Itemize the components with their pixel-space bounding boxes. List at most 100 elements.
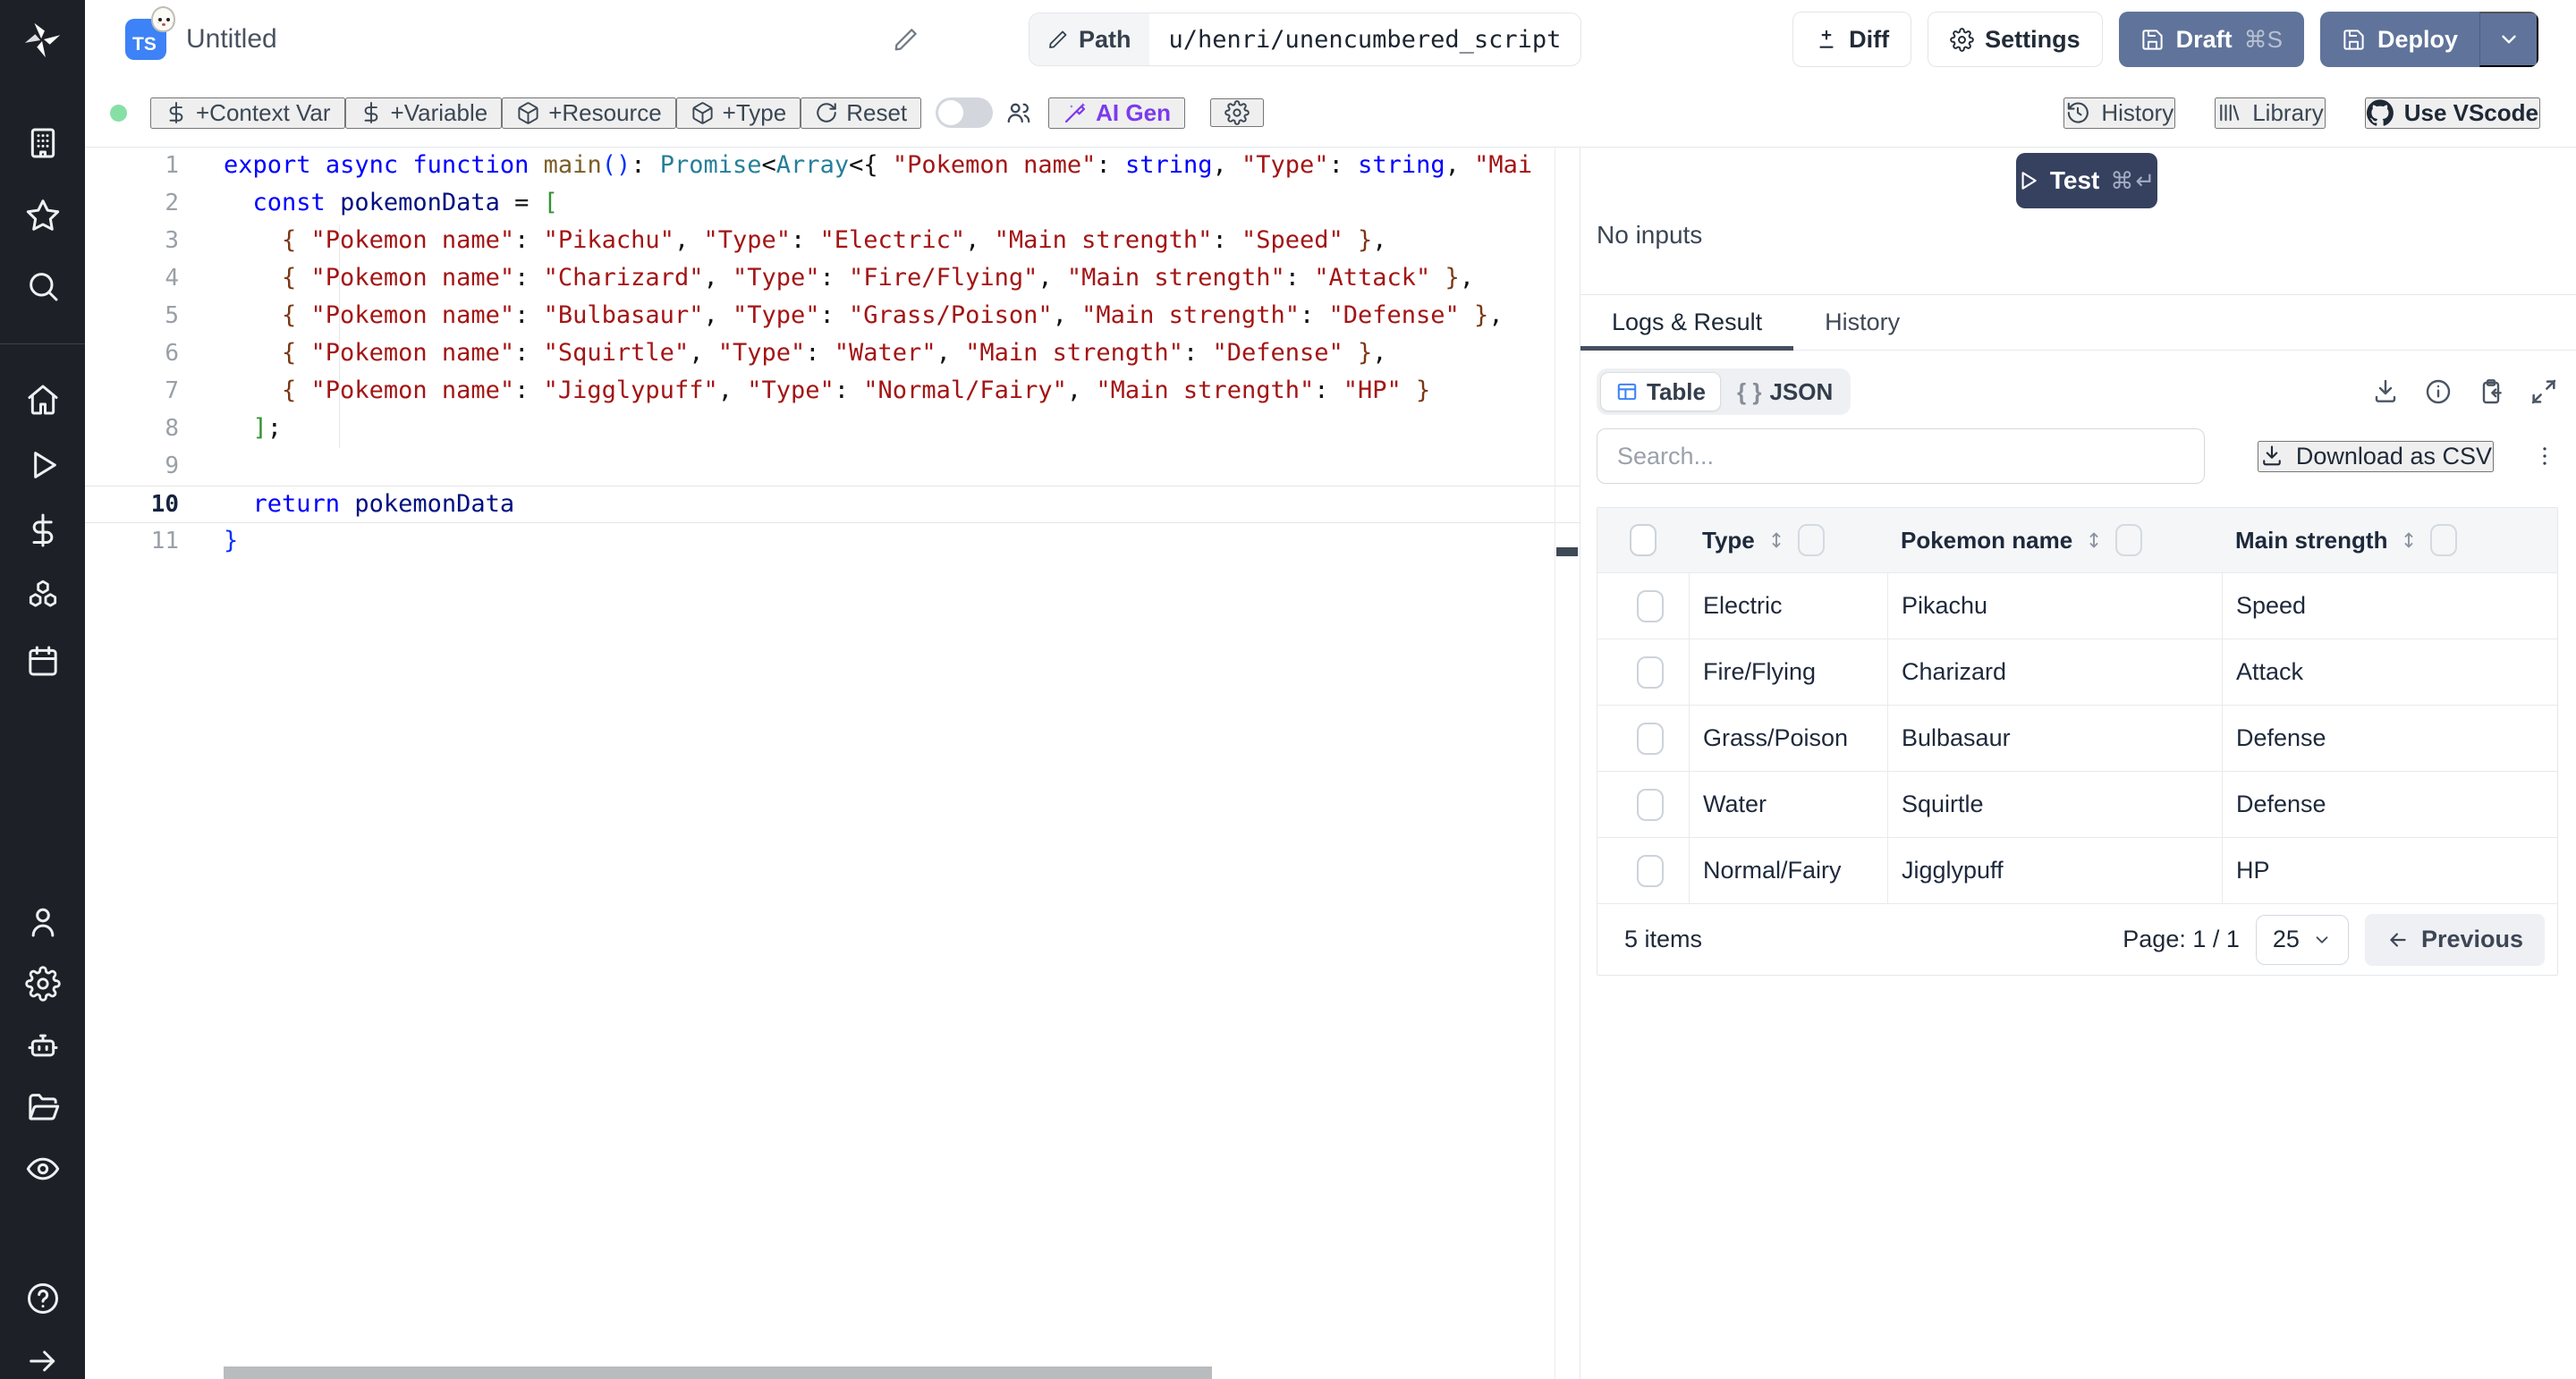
more-options-kebab-icon[interactable] bbox=[2531, 443, 2558, 470]
workers-robot-icon[interactable] bbox=[25, 1028, 61, 1063]
test-run-button[interactable]: Test ⌘↵ bbox=[2016, 153, 2157, 208]
code-line-4[interactable]: 4 { "Pokemon name": "Charizard", "Type":… bbox=[85, 260, 1580, 298]
diff-button[interactable]: Diff bbox=[1792, 12, 1911, 67]
copy-clipboard-icon[interactable] bbox=[2477, 377, 2505, 406]
gear-icon bbox=[1224, 100, 1250, 125]
search-icon[interactable] bbox=[25, 268, 61, 304]
info-icon[interactable] bbox=[2424, 377, 2453, 406]
table-cell: Speed bbox=[2222, 573, 2557, 639]
add-resource-button[interactable]: +Resource bbox=[502, 97, 675, 129]
code-editor[interactable]: 1export async function main(): Promise<A… bbox=[85, 148, 1580, 1379]
add-context-var-button[interactable]: +Context Var bbox=[150, 97, 345, 129]
row-checkbox[interactable] bbox=[1637, 656, 1664, 689]
library-bars-icon bbox=[2216, 100, 2241, 125]
workspace-building-icon[interactable] bbox=[25, 125, 61, 161]
reset-button[interactable]: Reset bbox=[801, 97, 921, 129]
sort-icon[interactable] bbox=[2083, 529, 2105, 551]
column-filter-toggle[interactable] bbox=[1798, 524, 1825, 556]
row-checkbox[interactable] bbox=[1637, 789, 1664, 821]
history-button[interactable]: History bbox=[2063, 97, 2175, 129]
code-line-8[interactable]: 8 ]; bbox=[85, 410, 1580, 448]
table-search-row: Download as CSV bbox=[1597, 428, 2558, 484]
row-checkbox[interactable] bbox=[1637, 855, 1664, 887]
table-row[interactable]: Fire/FlyingCharizardAttack bbox=[1597, 639, 2557, 705]
editor-settings-gear-button[interactable] bbox=[1210, 98, 1264, 127]
table-cell: Attack bbox=[2222, 639, 2557, 705]
audit-eye-icon[interactable] bbox=[25, 1151, 61, 1187]
items-count: 5 items bbox=[1624, 926, 1702, 953]
add-type-button[interactable]: +Type bbox=[676, 97, 801, 129]
table-cell: Pikachu bbox=[1887, 573, 2222, 639]
settings-gear-icon[interactable] bbox=[25, 966, 61, 1002]
home-icon[interactable] bbox=[25, 382, 61, 418]
deploy-options-button[interactable] bbox=[2479, 12, 2538, 67]
column-header-type[interactable]: Type bbox=[1702, 527, 1755, 554]
previous-page-button[interactable]: Previous bbox=[2365, 914, 2545, 966]
code-line-5[interactable]: 5 { "Pokemon name": "Bulbasaur", "Type":… bbox=[85, 298, 1580, 335]
table-row[interactable]: Normal/FairyJigglypuffHP bbox=[1597, 837, 2557, 903]
help-icon[interactable] bbox=[25, 1281, 61, 1316]
path-field[interactable]: Path u/henri/unencumbered_script bbox=[1029, 13, 1581, 66]
windmill-logo-icon[interactable] bbox=[22, 20, 64, 61]
top-bar: TS Untitled Path u/henri/unencumbered_sc… bbox=[85, 0, 2576, 79]
draft-button[interactable]: Draft ⌘S bbox=[2119, 12, 2304, 67]
tab-logs-result[interactable]: Logs & Result bbox=[1580, 295, 1793, 350]
code-line-9[interactable]: 9 bbox=[85, 448, 1580, 486]
multiplayer-toggle[interactable] bbox=[936, 97, 993, 128]
horizontal-scrollbar[interactable] bbox=[224, 1366, 1212, 1379]
library-button[interactable]: Library bbox=[2215, 97, 2325, 129]
draft-shortcut: ⌘S bbox=[2244, 26, 2283, 54]
table-row[interactable]: ElectricPikachuSpeed bbox=[1597, 572, 2557, 639]
code-line-3[interactable]: 3 { "Pokemon name": "Pikachu", "Type": "… bbox=[85, 223, 1580, 260]
download-result-icon[interactable] bbox=[2371, 377, 2400, 406]
page-size-select[interactable]: 25 bbox=[2256, 915, 2349, 965]
settings-button[interactable]: Settings bbox=[1928, 12, 2103, 67]
expand-fullscreen-icon[interactable] bbox=[2529, 377, 2558, 406]
line-number: 1 bbox=[85, 148, 224, 185]
row-checkbox[interactable] bbox=[1637, 590, 1664, 622]
view-table-button[interactable]: Table bbox=[1600, 372, 1721, 411]
braces-icon: { } bbox=[1737, 378, 1761, 406]
expand-sidebar-arrow-icon[interactable] bbox=[25, 1343, 61, 1379]
column-header-main-strength[interactable]: Main strength bbox=[2235, 527, 2387, 554]
code-line-6[interactable]: 6 { "Pokemon name": "Squirtle", "Type": … bbox=[85, 335, 1580, 373]
add-variable-button[interactable]: +Variable bbox=[345, 97, 503, 129]
column-filter-toggle[interactable] bbox=[2430, 524, 2457, 556]
table-row[interactable]: Grass/PoisonBulbasaurDefense bbox=[1597, 705, 2557, 771]
edit-title-pencil-icon[interactable] bbox=[893, 26, 919, 53]
save-floppy-icon bbox=[2140, 28, 2165, 52]
download-icon bbox=[2259, 444, 2284, 469]
path-value[interactable]: u/henri/unencumbered_script bbox=[1149, 13, 1581, 65]
code-line-11[interactable]: 11} bbox=[85, 523, 1580, 561]
column-header-pokemon-name[interactable]: Pokemon name bbox=[1901, 527, 2072, 554]
code-line-1[interactable]: 1export async function main(): Promise<A… bbox=[85, 148, 1580, 185]
folders-icon[interactable] bbox=[25, 1089, 61, 1125]
schedules-calendar-icon[interactable] bbox=[25, 643, 61, 679]
ai-gen-button[interactable]: AI Gen bbox=[1048, 97, 1185, 129]
resources-boxes-icon[interactable] bbox=[25, 578, 61, 613]
chevron-down-icon bbox=[2497, 28, 2521, 51]
code-line-7[interactable]: 7 { "Pokemon name": "Jigglypuff", "Type"… bbox=[85, 373, 1580, 410]
runs-play-icon[interactable] bbox=[25, 447, 61, 483]
sort-icon[interactable] bbox=[2398, 529, 2419, 551]
select-all-checkbox[interactable] bbox=[1630, 524, 1657, 556]
download-csv-button[interactable]: Download as CSV bbox=[2258, 441, 2494, 472]
deploy-button[interactable]: Deploy bbox=[2320, 12, 2479, 67]
table-footer: 5 items Page: 1 / 1 25 Previous bbox=[1597, 903, 2557, 975]
reset-rotate-icon bbox=[815, 101, 838, 124]
table-row[interactable]: WaterSquirtleDefense bbox=[1597, 771, 2557, 837]
favorites-star-icon[interactable] bbox=[25, 197, 61, 233]
use-vscode-button[interactable]: Use VScode bbox=[2365, 97, 2540, 129]
search-input[interactable] bbox=[1597, 428, 2205, 484]
row-checkbox[interactable] bbox=[1637, 723, 1664, 755]
users-person-icon[interactable] bbox=[25, 904, 61, 940]
column-filter-toggle[interactable] bbox=[2115, 524, 2142, 556]
code-line-10[interactable]: 10 return pokemonData bbox=[85, 486, 1580, 523]
code-line-2[interactable]: 2 const pokemonData = [ bbox=[85, 185, 1580, 223]
sort-icon[interactable] bbox=[1766, 529, 1787, 551]
view-mode-segmented: Table { } JSON bbox=[1597, 368, 1851, 415]
view-json-button[interactable]: { } JSON bbox=[1723, 372, 1847, 411]
variables-dollar-icon[interactable] bbox=[25, 512, 61, 548]
arrow-left-icon bbox=[2386, 928, 2410, 952]
tab-history[interactable]: History bbox=[1793, 295, 1931, 350]
